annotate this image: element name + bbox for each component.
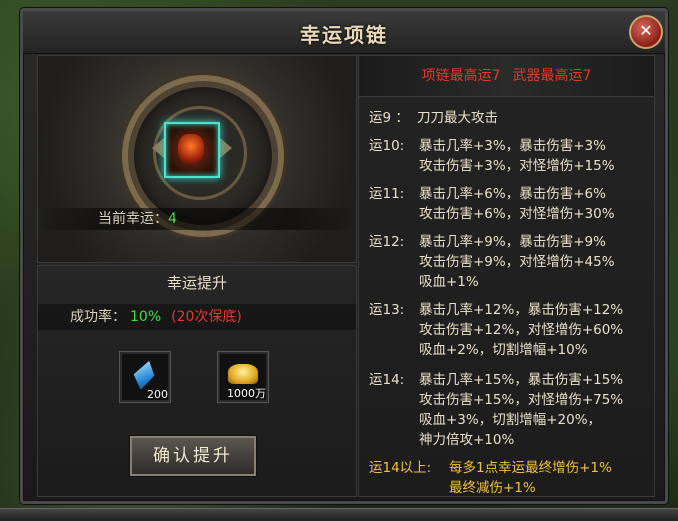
- confirm-upgrade-button[interactable]: 确认提升: [130, 436, 256, 476]
- necklace-icon: [178, 134, 204, 164]
- rule-line: 吸血+1%: [419, 274, 479, 290]
- title-bar: 幸运项链 ✕: [23, 11, 665, 54]
- rule-line: 暴击几率+6%，暴击伤害+6%: [419, 186, 606, 202]
- close-button[interactable]: ✕: [629, 15, 663, 49]
- rule-level: 运12:: [369, 234, 405, 250]
- window-title: 幸运项链: [300, 23, 388, 47]
- rule-line: 攻击伤害+6%，对怪增伤+30%: [419, 206, 615, 222]
- bottom-toolbar: [0, 508, 678, 521]
- rule-line: 刀刀最大攻击: [417, 110, 498, 126]
- rule-line: 暴击几率+12%，暴击伤害+12%: [419, 302, 624, 318]
- rule-level: 运9 ：: [369, 110, 409, 126]
- necklace-slot[interactable]: [164, 122, 220, 178]
- item-count: 1000万: [227, 387, 266, 400]
- success-rate-row: 成功率： 10% (20次保底): [38, 304, 356, 330]
- material-slot-crystal[interactable]: 200: [119, 351, 171, 403]
- lucky-necklace-window: 幸运项链 ✕ 当前幸运：4 幸运提升 成功率： 10% (20次保底) 200 10…: [20, 8, 668, 504]
- rule-line: 攻击伤害+12%，对怪增伤+60%: [419, 322, 624, 338]
- necklace-max-luck: 项链最高运7: [421, 68, 501, 84]
- rule-line: 每多1点幸运最终增伤+1%: [449, 460, 612, 476]
- rule-line: 暴击几率+9%，暴击伤害+9%: [419, 234, 606, 250]
- rule-level: 运14以上:: [369, 460, 432, 476]
- item-count: 200: [147, 388, 168, 401]
- rule-line: 最终减伤+1%: [449, 480, 536, 496]
- rule-line: 攻击伤害+3%，对怪增伤+15%: [419, 158, 615, 174]
- current-luck-label: 当前幸运：: [98, 211, 168, 227]
- rule-line: 暴击几率+15%，暴击伤害+15%: [419, 372, 624, 388]
- max-luck-header: 项链最高运7 武器最高运7: [359, 56, 654, 97]
- upgrade-section: 幸运提升 成功率： 10% (20次保底) 200 1000万 确认提升: [37, 265, 357, 497]
- rule-level: 运13:: [369, 302, 405, 318]
- ornament-right-icon: [220, 138, 232, 158]
- rule-line: 暴击几率+3%，暴击伤害+3%: [419, 138, 606, 154]
- rule-line: 攻击伤害+15%，对怪增伤+75%: [419, 392, 624, 408]
- rule-level: 运14:: [369, 372, 405, 388]
- rule-line: 攻击伤害+9%，对怪增伤+45%: [419, 254, 615, 270]
- luck-rules-panel: 项链最高运7 武器最高运7 运9 ： 刀刀最大攻击 运10: 暴击几率+3%，暴击…: [358, 55, 655, 497]
- current-luck-value: 4: [168, 211, 177, 227]
- current-luck: 当前幸运：4: [38, 208, 356, 230]
- rule-level: 运11:: [369, 186, 405, 202]
- weapon-max-luck: 武器最高运7: [512, 68, 592, 84]
- rule-line: 吸血+2%，切割增幅+10%: [419, 342, 588, 358]
- gold-ingot-icon: [228, 364, 258, 384]
- rule-level: 运10:: [369, 138, 405, 154]
- ornament-left-icon: [152, 138, 164, 158]
- material-slot-gold[interactable]: 1000万: [217, 351, 269, 403]
- necklace-display: 当前幸运：4: [37, 55, 357, 263]
- success-rate-label: 成功率：: [70, 309, 126, 325]
- success-rate-value: 10%: [130, 309, 162, 325]
- rule-line: 吸血+3%，切割增幅+20%，: [419, 412, 602, 428]
- guarantee-text: (20次保底): [171, 309, 242, 325]
- rule-line: 神力倍攻+10%: [419, 432, 515, 448]
- upgrade-title: 幸运提升: [166, 274, 227, 292]
